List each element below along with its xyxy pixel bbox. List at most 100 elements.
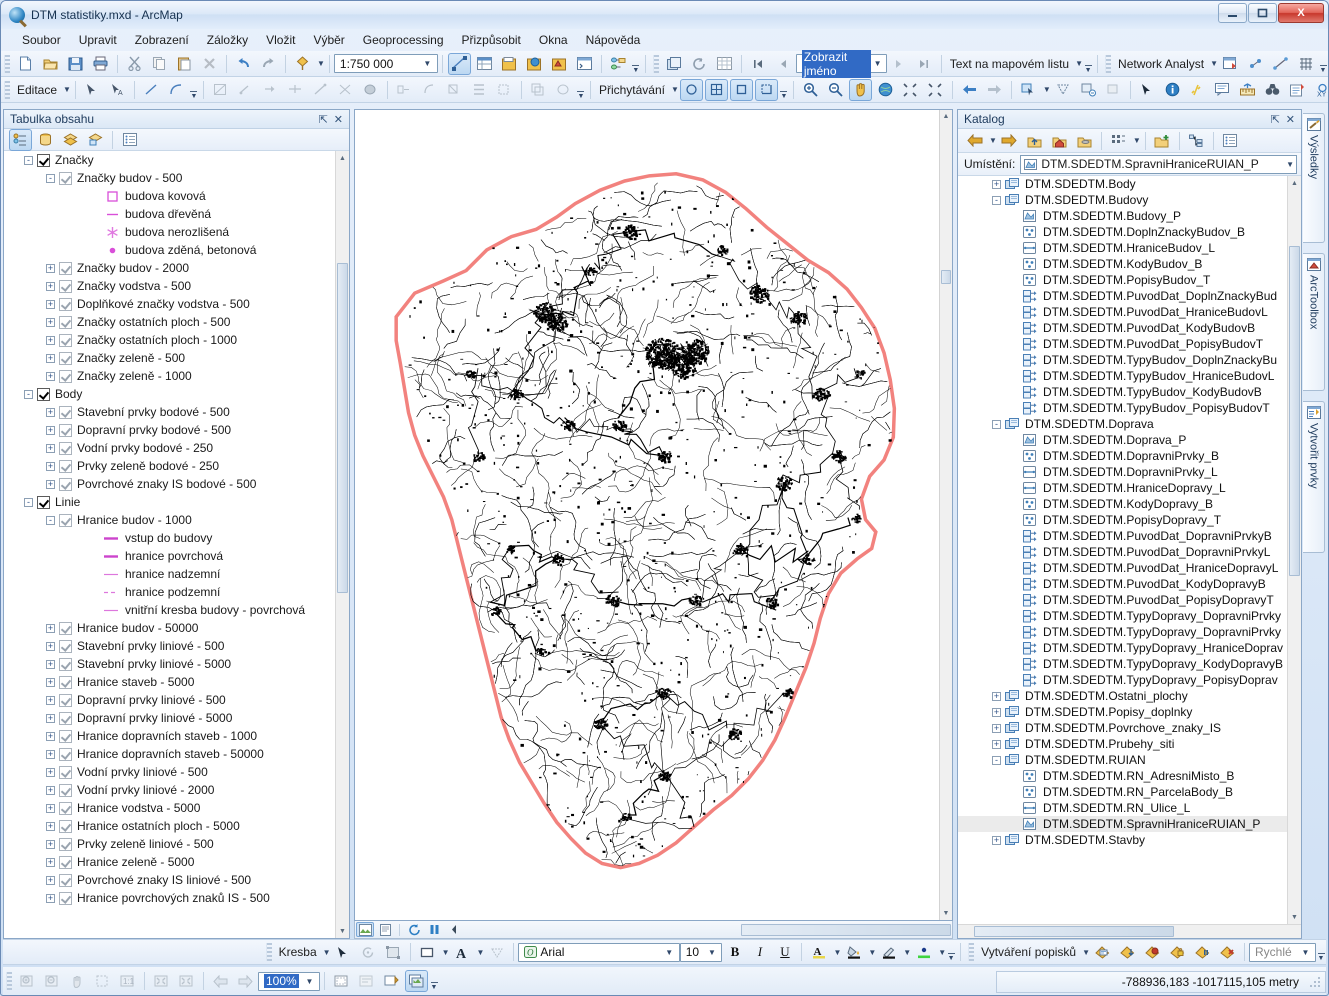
toc-layer-row[interactable]: budova dřevěná: [4, 205, 335, 223]
layer-visibility-checkbox[interactable]: [59, 369, 72, 383]
layer-visibility-checkbox[interactable]: [59, 441, 72, 455]
editor-toolbar-grip[interactable]: [4, 80, 10, 99]
catalog-tree-row[interactable]: - DTM.SDEDTM.Doprava: [958, 416, 1287, 432]
add-data-icon[interactable]: [291, 53, 314, 75]
label-lock-icon[interactable]: [1166, 941, 1189, 963]
expand-icon[interactable]: +: [46, 875, 55, 885]
buffer-icon[interactable]: [418, 79, 441, 101]
layer-visibility-checkbox[interactable]: [59, 297, 72, 311]
toolbar-overflow-right-icon[interactable]: ▼: [1318, 54, 1328, 74]
draw-menu-dropdown-icon[interactable]: ▼: [323, 948, 331, 957]
expand-icon[interactable]: +: [46, 317, 55, 327]
maximize-button[interactable]: [1248, 3, 1277, 23]
toc-layer-row[interactable]: + Vodní prvky liniové - 500: [4, 763, 335, 781]
na-window-icon[interactable]: [1219, 53, 1242, 75]
arcscene-icon[interactable]: [548, 53, 571, 75]
catalog-tree-row[interactable]: DTM.SDEDTM.PopisyBudov_T: [958, 272, 1287, 288]
catalog-tree-row[interactable]: DTM.SDEDTM.PuvodDat_PopisyDopravyT: [958, 592, 1287, 608]
catalog-tree-row[interactable]: DTM.SDEDTM.KodyBudov_B: [958, 256, 1287, 272]
label-manager-icon[interactable]: [1091, 941, 1114, 963]
label-priority-icon[interactable]: [1116, 941, 1139, 963]
edit-tool-arrow-icon[interactable]: [81, 79, 104, 101]
catalog-tree-row[interactable]: DTM.SDEDTM.PuvodDat_DopravniPrvkyB: [958, 528, 1287, 544]
font-color-icon[interactable]: A: [807, 941, 830, 963]
layer-visibility-checkbox[interactable]: [59, 891, 72, 905]
snap-point-icon[interactable]: [679, 78, 703, 101]
catalog-tree-row[interactable]: + DTM.SDEDTM.Povrchove_znaky_IS: [958, 720, 1287, 736]
catalog-tree-row[interactable]: DTM.SDEDTM.RN_Ulice_L: [958, 800, 1287, 816]
toolbar-overflow-icon-2[interactable]: ▼: [1083, 54, 1093, 74]
toc-layer-row[interactable]: + Hranice dopravních staveb - 50000: [4, 745, 335, 763]
bold-button[interactable]: B: [723, 941, 746, 963]
catalog-tree-row[interactable]: DTM.SDEDTM.TypyBudov_KodyBudovB: [958, 384, 1287, 400]
resize-grip[interactable]: [1309, 977, 1321, 989]
expand-icon[interactable]: +: [46, 479, 55, 489]
expand-icon[interactable]: +: [46, 641, 55, 651]
select-features-icon[interactable]: [1017, 79, 1040, 101]
select-elements-icon[interactable]: [1102, 79, 1125, 101]
expand-icon[interactable]: +: [46, 461, 55, 471]
print-icon[interactable]: [89, 53, 112, 75]
toc-layer-row[interactable]: + Dopravní prvky bodové - 500: [4, 421, 335, 439]
layer-symbol-line-dash-icon[interactable]: [103, 587, 121, 598]
layout-focus-data-frame-icon[interactable]: [330, 970, 353, 992]
toc-body[interactable]: - Značky - Značky budov - 500 budova kovová b…: [4, 151, 349, 938]
minimize-button[interactable]: [1218, 3, 1247, 23]
identify-icon[interactable]: [1161, 79, 1184, 101]
catalog-tree-row[interactable]: DTM.SDEDTM.DoplnZnackyBudov_B: [958, 224, 1287, 240]
previous-record-icon[interactable]: [772, 53, 795, 75]
menu-napoveda[interactable]: Nápověda: [577, 31, 650, 49]
menu-zalozky[interactable]: Záložky: [198, 31, 257, 49]
layer-visibility-checkbox[interactable]: [59, 801, 72, 815]
expand-icon[interactable]: +: [46, 659, 55, 669]
catalog-tree-row[interactable]: DTM.SDEDTM.DopravniPrvky_B: [958, 448, 1287, 464]
chevron-down-icon[interactable]: ▼: [871, 59, 883, 68]
rotate-tool-icon[interactable]: [234, 79, 257, 101]
expand-icon[interactable]: +: [46, 263, 55, 273]
catalog-pin-button[interactable]: ⇱: [1271, 113, 1280, 126]
toc-layer-row[interactable]: vstup do budovy: [4, 529, 335, 547]
layer-visibility-checkbox[interactable]: [59, 513, 72, 527]
expand-icon[interactable]: +: [46, 677, 55, 687]
toc-layer-row[interactable]: - Hranice budov - 1000: [4, 511, 335, 529]
layer-visibility-checkbox[interactable]: [59, 315, 72, 329]
layer-visibility-checkbox[interactable]: [59, 819, 72, 833]
merge-icon[interactable]: [393, 79, 416, 101]
label-delete-icon[interactable]: [1216, 941, 1239, 963]
close-button[interactable]: X: [1278, 3, 1324, 23]
endpoint-arc-icon[interactable]: [309, 79, 332, 101]
expand-icon[interactable]: +: [992, 739, 1001, 749]
attribute-table-icon[interactable]: [473, 53, 496, 75]
layer-symbol-line-thin-icon[interactable]: [103, 605, 121, 616]
catalog-location-combo[interactable]: DTM.SDEDTM.SpravniHraniceRUIAN_P ▼: [1020, 154, 1297, 174]
go-back-extent-icon[interactable]: [958, 79, 981, 101]
toc-layer-row[interactable]: + Značky zeleně - 500: [4, 349, 335, 367]
layer-visibility-checkbox[interactable]: [59, 405, 72, 419]
toc-layer-row[interactable]: + Hranice budov - 50000: [4, 619, 335, 637]
catalog-tree[interactable]: + DTM.SDEDTM.Body - DTM.SDEDTM.Budovy DTM.SD…: [958, 176, 1287, 924]
catalog-tree-row[interactable]: DTM.SDEDTM.PuvodDat_KodyDopravyB: [958, 576, 1287, 592]
catalog-tree-row[interactable]: + DTM.SDEDTM.Ostatni_plochy: [958, 688, 1287, 704]
catalog-tree-row[interactable]: + DTM.SDEDTM.Popisy_doplnky: [958, 704, 1287, 720]
toc-layer-row[interactable]: + Vodní prvky bodové - 250: [4, 439, 335, 457]
rotate-element-icon[interactable]: [357, 941, 380, 963]
label-weight-icon[interactable]: [1141, 941, 1164, 963]
catalog-tree-row[interactable]: DTM.SDEDTM.RN_ParcelaBody_B: [958, 784, 1287, 800]
menu-zobrazeni[interactable]: Zobrazení: [126, 31, 198, 49]
open-document-icon[interactable]: [39, 53, 62, 75]
layer-symbol-dot-icon[interactable]: [103, 245, 121, 256]
catalog-tree-row[interactable]: DTM.SDEDTM.HraniceBudov_L: [958, 240, 1287, 256]
toc-scrollbar[interactable]: ▲ ▼: [335, 151, 349, 938]
layer-visibility-checkbox[interactable]: [37, 387, 50, 401]
layer-symbol-line-thick-icon[interactable]: [103, 533, 121, 544]
toc-layer-row[interactable]: + Prvky zeleně liniové - 500: [4, 835, 335, 853]
toc-layer-row[interactable]: hranice povrchová: [4, 547, 335, 565]
catalog-view-dropdown-icon[interactable]: ▼: [1133, 136, 1141, 145]
labeling-menu-dropdown-icon[interactable]: ▼: [1082, 948, 1090, 957]
find-route-icon[interactable]: [1286, 79, 1309, 101]
editor-overflow-icon[interactable]: ▼: [189, 80, 199, 100]
html-popup-icon[interactable]: [1211, 79, 1234, 101]
toc-layer-row[interactable]: - Značky: [4, 151, 335, 169]
python-window-icon[interactable]: [573, 53, 596, 75]
intersection-icon[interactable]: [334, 79, 357, 101]
